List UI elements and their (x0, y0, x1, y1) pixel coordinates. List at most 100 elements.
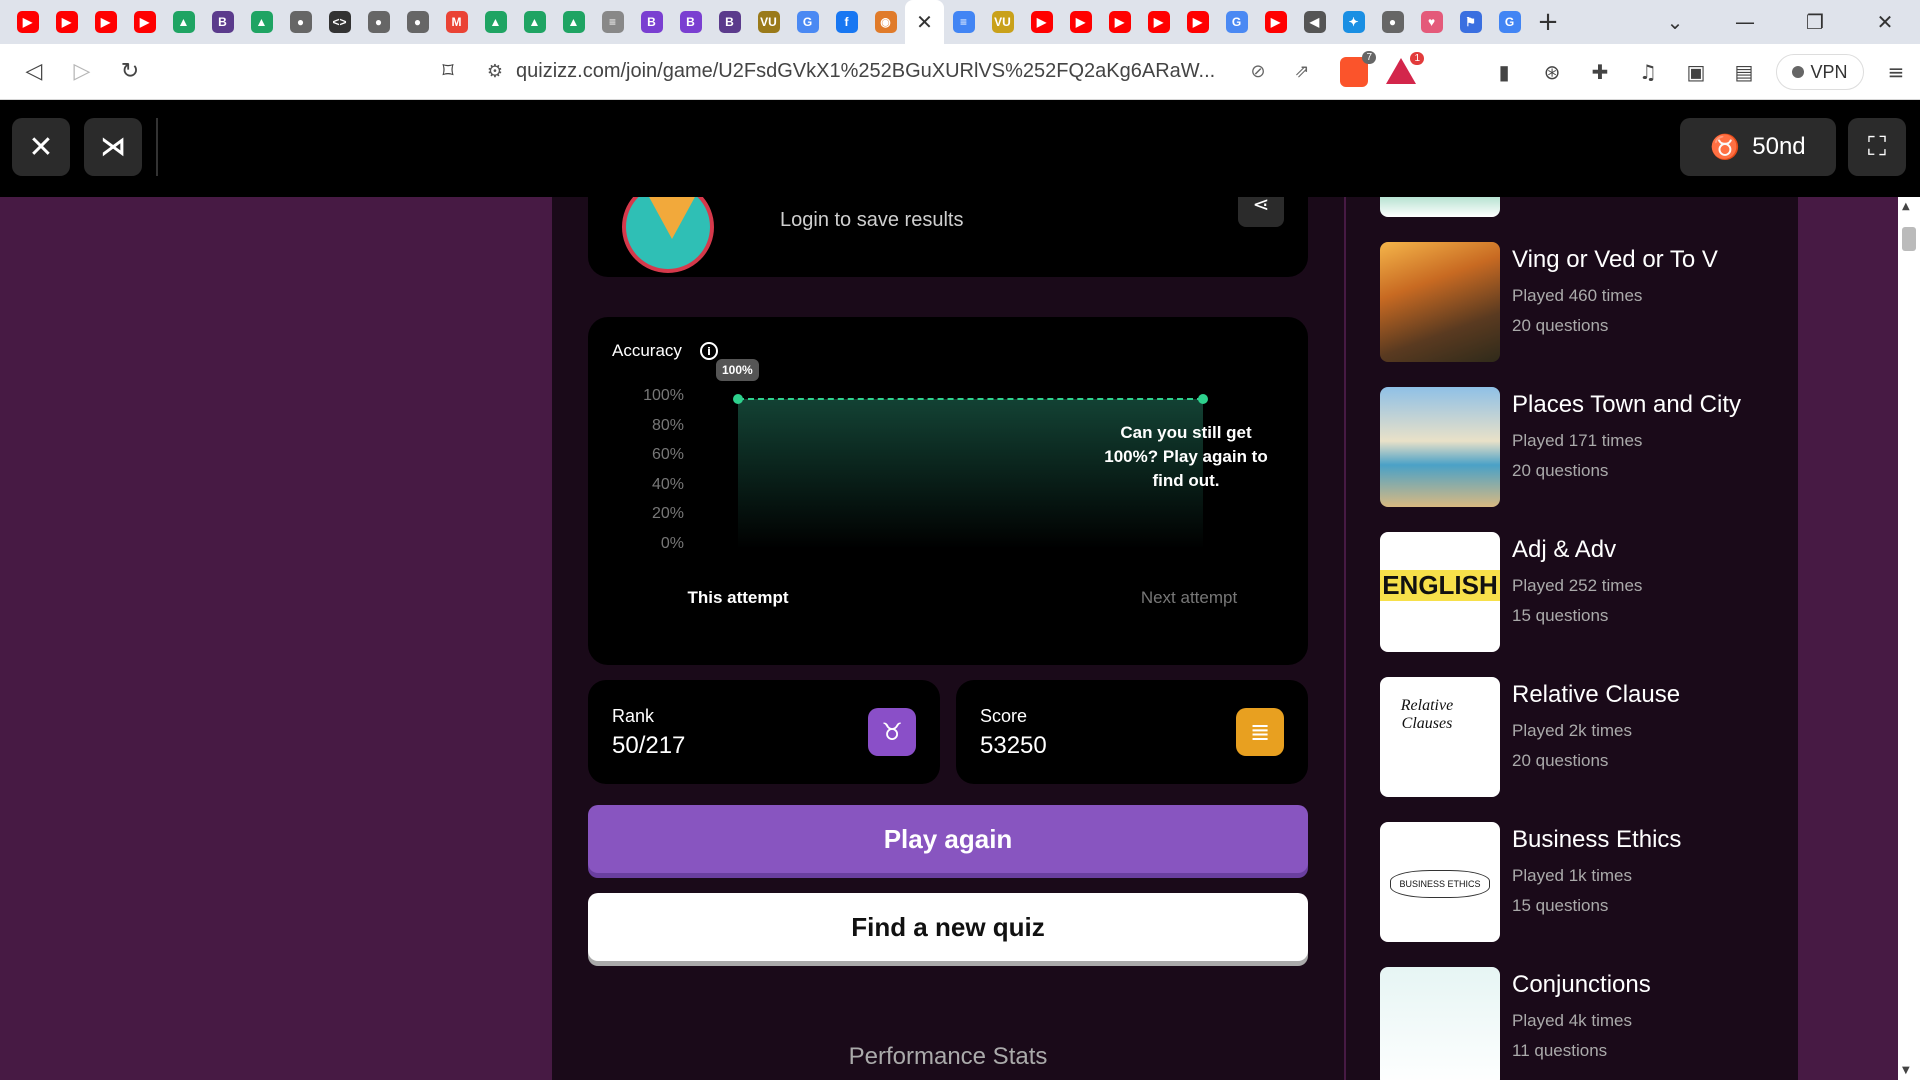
browser-tab[interactable]: B (710, 0, 749, 44)
browser-tab[interactable]: ▶ (47, 0, 86, 44)
wallet-card-icon[interactable]: ▮ (1480, 60, 1528, 84)
scroll-up-icon[interactable]: ▲ (1902, 201, 1910, 212)
browser-tab[interactable]: ⚑ (1451, 0, 1490, 44)
browser-tab[interactable]: VU (749, 0, 788, 44)
accuracy-title: Accuracy (612, 341, 682, 360)
minimize-icon[interactable]: — (1710, 10, 1780, 34)
browser-tab[interactable]: ▶ (8, 0, 47, 44)
brave-rewards-icon[interactable]: 1 (1386, 51, 1424, 86)
quiz-thumbnail: ENGLISH (1380, 532, 1500, 652)
youtube-icon: ▶ (1069, 11, 1092, 33)
browser-tab[interactable]: ▲ (515, 0, 554, 44)
brave-shields-icon[interactable]: 7 (1340, 50, 1376, 87)
browser-tab[interactable]: ≡ (944, 0, 983, 44)
globe-icon: ● (406, 11, 429, 33)
quiz-item-partial[interactable] (1380, 197, 1790, 217)
share-page-icon[interactable]: ⇗ (1280, 61, 1324, 82)
scroll-down-icon[interactable]: ▼ (1902, 1065, 1910, 1076)
youtube-icon: ▶ (16, 11, 39, 33)
thumbnail-text: BUSINESS ETHICS (1390, 870, 1490, 898)
info-icon[interactable]: i (700, 342, 718, 360)
browser-tab[interactable]: f (827, 0, 866, 44)
menu-icon[interactable]: ≡ (1872, 60, 1920, 84)
browser-tab[interactable]: B (203, 0, 242, 44)
tab-search-icon[interactable]: ⌄ (1640, 10, 1710, 34)
browser-tab[interactable]: ≡ (593, 0, 632, 44)
globe-icon: ● (367, 11, 390, 33)
rank-label: Rank (612, 706, 655, 726)
quiz-item[interactable]: BUSINESS ETHICS Business Ethics Played 1k … (1380, 822, 1790, 942)
forward-icon[interactable]: ▷ (58, 50, 106, 94)
browser-tab[interactable]: M (437, 0, 476, 44)
browser-tab[interactable]: ▶ (1100, 0, 1139, 44)
browser-tab[interactable]: G (788, 0, 827, 44)
back-icon[interactable]: ◁ (10, 50, 58, 94)
scrollbar-thumb[interactable] (1902, 227, 1916, 251)
new-tab-button[interactable]: + (1529, 0, 1567, 44)
browser-tab[interactable]: ✕ (905, 0, 944, 44)
browser-tab[interactable]: ▶ (1139, 0, 1178, 44)
browser-tab[interactable]: B (671, 0, 710, 44)
login-to-save-link[interactable]: Login to save results (780, 209, 963, 232)
browser-tab[interactable]: ▶ (125, 0, 164, 44)
tab-strip: ▶ ▶ ▶ ▶ ▲ B ▲ ● <> ● ● M ▲ ▲ ▲ ≡ B B B VU Gf ◉ ✕ ≡ VU ▶ ▶ ▶ ▶ ▶ G ▶ ◀ ✦ ● ♥… (0, 0, 1920, 44)
browser-tab[interactable]: G (1490, 0, 1529, 44)
quiz-item[interactable]: Relative Clauses Relative Clause Played 2k… (1380, 677, 1790, 797)
browser-tab[interactable]: ▶ (1178, 0, 1217, 44)
play-again-button[interactable]: Play again (588, 805, 1308, 873)
globe-icon: ● (289, 11, 312, 33)
browser-tab[interactable]: G (1217, 0, 1256, 44)
vpn-button[interactable]: VPN (1776, 54, 1864, 90)
browser-tab[interactable]: ▲ (476, 0, 515, 44)
quizizz-logo-button[interactable]: ⋊ (84, 118, 142, 176)
browser-tab[interactable]: ◉ (866, 0, 905, 44)
find-new-quiz-button[interactable]: Find a new quiz (588, 893, 1308, 961)
browser-tab[interactable]: ✦ (1334, 0, 1373, 44)
browser-tab[interactable]: ▶ (86, 0, 125, 44)
browser-tab[interactable]: ▲ (242, 0, 281, 44)
close-quiz-button[interactable]: ✕ (12, 118, 70, 176)
bookmark-icon[interactable]: ⌑ (424, 50, 472, 94)
browser-tab[interactable]: ♥ (1412, 0, 1451, 44)
browser-tab[interactable]: <> (320, 0, 359, 44)
sidebar-icon[interactable]: ▣ (1672, 60, 1720, 84)
site-settings-icon[interactable]: ⚙ (478, 61, 512, 82)
leo-icon[interactable]: ⊛ (1528, 60, 1576, 84)
media-icon[interactable]: ♫ (1624, 60, 1672, 84)
score-label: Score (980, 706, 1028, 726)
translate-blocked-icon[interactable]: ⊘ (1236, 61, 1280, 82)
browser-tab[interactable]: B (632, 0, 671, 44)
browser-tab[interactable]: ● (359, 0, 398, 44)
quiz-header: ✕ ⋊ ♉ 50nd ⛶ (0, 100, 1920, 197)
browser-tab[interactable]: ● (398, 0, 437, 44)
close-window-icon[interactable]: ✕ (1850, 10, 1920, 34)
quiz-played-count: Played 252 times (1512, 576, 1643, 595)
browser-tab[interactable]: VU (983, 0, 1022, 44)
quiz-item[interactable]: ENGLISH Adj & Adv Played 252 times 15 quest… (1380, 532, 1790, 652)
scrollbar[interactable]: ▲ ▼ (1898, 197, 1920, 1080)
address-bar[interactable]: ⚙ quizizz.com/join/game/U2FsdGVkX1%252BG… (478, 50, 1458, 93)
browser-tab[interactable]: ● (281, 0, 320, 44)
browser-tab[interactable]: ▲ (164, 0, 203, 44)
quiz-thumbnail (1380, 967, 1500, 1080)
browser-tab[interactable]: ◀ (1295, 0, 1334, 44)
quiz-item[interactable]: Places Town and City Played 171 times 20 q… (1380, 387, 1790, 507)
quiz-item[interactable]: Conjunctions Played 4k times 11 questions (1380, 967, 1790, 1080)
browser-tab[interactable]: ● (1373, 0, 1412, 44)
restore-icon[interactable]: ❐ (1780, 10, 1850, 34)
url-text[interactable]: quizizz.com/join/game/U2FsdGVkX1%252BGuX… (516, 60, 1236, 83)
browser-tab[interactable]: ▶ (1256, 0, 1295, 44)
quiz-item[interactable]: Ving or Ved or To V Played 460 times 20 qu… (1380, 242, 1790, 362)
reload-icon[interactable]: ↻ (106, 50, 154, 94)
browser-tab[interactable]: ▲ (554, 0, 593, 44)
google-drive-icon: ▲ (250, 11, 273, 33)
browser-tab[interactable]: ▶ (1022, 0, 1061, 44)
close-icon: ✕ (28, 129, 54, 165)
quiz-question-count: 20 questions (1512, 316, 1609, 335)
wallet-icon[interactable]: ▤ (1720, 60, 1768, 84)
share-button[interactable]: ⋖ (1238, 197, 1284, 227)
extensions-icon[interactable]: ✚ (1576, 60, 1624, 84)
quiz-title: Relative Clause (1512, 681, 1681, 708)
fullscreen-button[interactable]: ⛶ (1848, 118, 1906, 176)
browser-tab[interactable]: ▶ (1061, 0, 1100, 44)
